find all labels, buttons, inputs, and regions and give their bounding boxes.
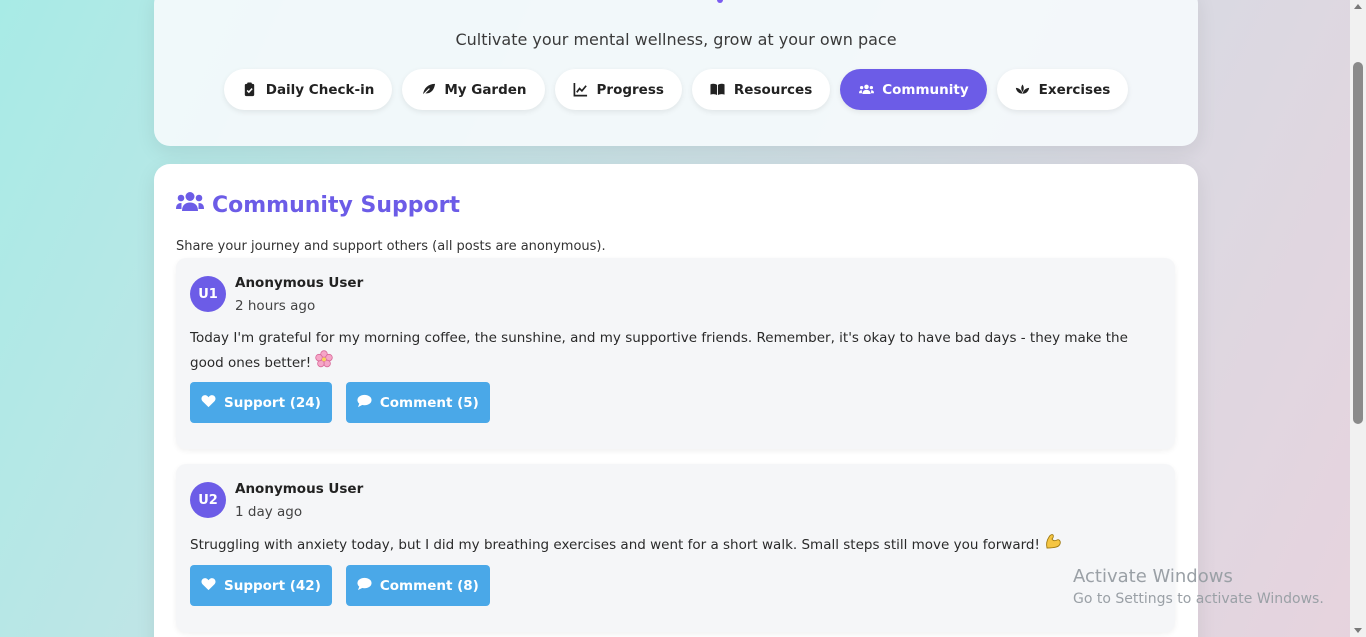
comment-label: Comment (5) <box>379 394 479 411</box>
tab-my-garden[interactable]: My Garden <box>402 69 545 110</box>
comment-button[interactable]: Comment (8) <box>345 565 490 606</box>
section-title: Community Support <box>176 190 460 220</box>
tab-label: Progress <box>596 81 664 98</box>
tab-label: Resources <box>733 81 813 98</box>
tab-label: Community <box>882 81 969 98</box>
spa-icon <box>1015 82 1031 98</box>
watermark-title: Activate Windows <box>1073 566 1233 587</box>
app-subtitle: Cultivate your mental wellness, grow at … <box>455 30 897 49</box>
comment-icon <box>357 394 372 412</box>
avatar: U1 <box>190 276 226 312</box>
cherry-blossom-icon <box>315 350 334 376</box>
tab-label: My Garden <box>444 81 527 98</box>
watermark-subtitle: Go to Settings to activate Windows. <box>1073 591 1324 607</box>
post-author: Anonymous User <box>235 275 364 291</box>
post-actions: Support (42) Comment (8) <box>190 565 490 606</box>
heart-icon <box>201 394 216 412</box>
comment-icon <box>357 577 372 595</box>
book-open-icon <box>710 82 726 98</box>
support-label: Support (24) <box>224 394 321 411</box>
tab-resources[interactable]: Resources <box>691 69 831 110</box>
comment-button[interactable]: Comment (5) <box>345 382 490 423</box>
post-text: Struggling with anxiety today, but I did… <box>190 537 1040 553</box>
tab-exercises[interactable]: Exercises <box>996 69 1129 110</box>
post-actions: Support (24) Comment (5) <box>190 382 490 423</box>
leaf-icon <box>420 82 436 98</box>
post-content: Struggling with anxiety today, but I did… <box>190 532 1160 558</box>
support-button[interactable]: Support (42) <box>190 565 332 606</box>
post-time: 2 hours ago <box>235 298 316 314</box>
header-card: Cultivate your mental wellness, grow at … <box>154 0 1198 146</box>
support-button[interactable]: Support (24) <box>190 382 332 423</box>
app-title-fragment <box>714 0 726 4</box>
chart-line-icon <box>573 82 589 98</box>
flexed-biceps-icon <box>1044 532 1062 558</box>
post-author: Anonymous User <box>235 481 364 497</box>
section-title-text: Community Support <box>212 192 460 218</box>
scroll-down-arrow-icon[interactable] <box>1354 628 1362 633</box>
tab-progress[interactable]: Progress <box>554 69 682 110</box>
activation-watermark: Activate Windows Go to Settings to activ… <box>1073 566 1324 607</box>
avatar: U2 <box>190 482 226 518</box>
tab-label: Exercises <box>1038 81 1111 98</box>
tab-daily-check-in[interactable]: Daily Check-in <box>223 69 393 110</box>
users-icon <box>176 190 204 220</box>
post-card: U2 Anonymous User 1 day ago Struggling w… <box>176 464 1175 632</box>
section-description: Share your journey and support others (a… <box>176 239 606 254</box>
tab-community[interactable]: Community <box>840 69 987 110</box>
community-card: Community Support Share your journey and… <box>154 164 1198 637</box>
scrollbar-thumb[interactable] <box>1353 62 1363 424</box>
vertical-scrollbar[interactable] <box>1350 0 1366 637</box>
support-label: Support (42) <box>224 577 321 594</box>
clipboard-check-icon <box>242 82 258 98</box>
main-nav: Daily Check-in My Garden Progress Resour… <box>154 69 1198 110</box>
scroll-up-arrow-icon[interactable] <box>1354 4 1362 9</box>
comment-label: Comment (8) <box>379 577 479 594</box>
users-icon <box>858 82 874 98</box>
post-content: Today I'm grateful for my morning coffee… <box>190 326 1160 376</box>
post-time: 1 day ago <box>235 504 303 520</box>
post-card: U1 Anonymous User 2 hours ago Today I'm … <box>176 258 1175 449</box>
tab-label: Daily Check-in <box>265 81 375 98</box>
heart-icon <box>201 577 216 595</box>
